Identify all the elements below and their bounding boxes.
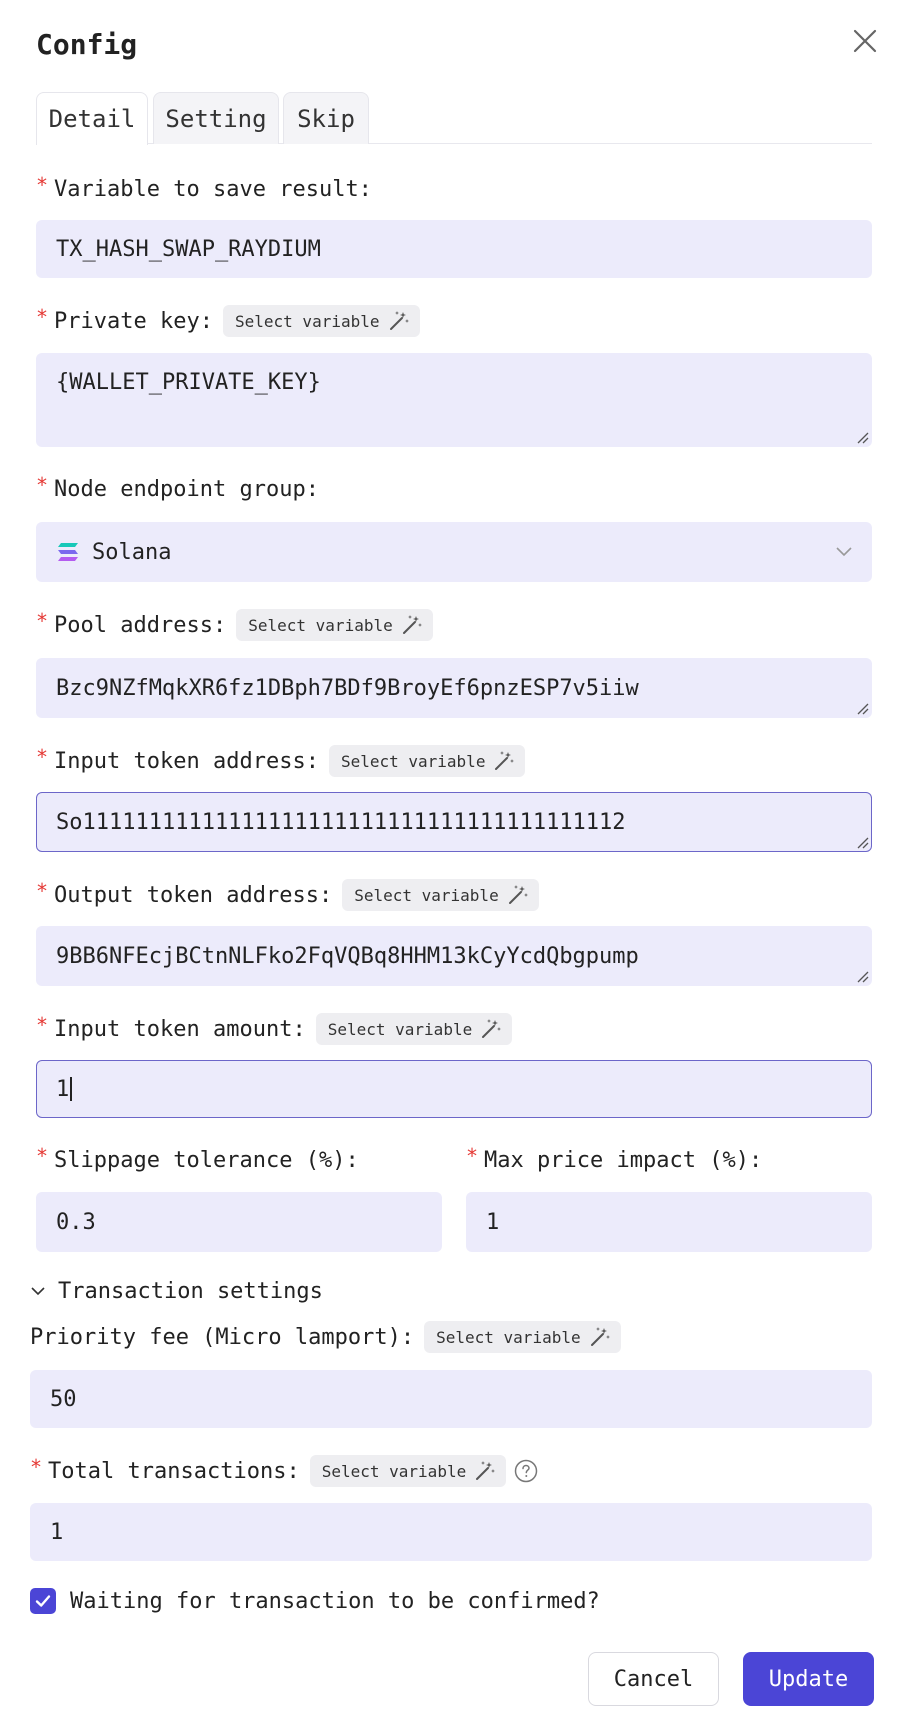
chevron-down-icon [836,547,852,557]
magic-wand-icon [402,615,422,634]
close-icon[interactable] [850,26,880,56]
output-token-input[interactable]: 9BB6NFEcjBCtnNLFko2FqVQBq8HHM13kCyYcdQbg… [36,926,872,986]
required-mark: * [36,609,49,633]
tab-setting[interactable]: Setting [153,92,279,144]
magic-wand-icon [476,1461,496,1480]
input-amount-input[interactable]: 1 [36,1060,872,1118]
total-tx-value: 1 [50,1519,64,1545]
input-token-label: * Input token address: Select variable [36,744,526,778]
private-key-label: * Private key: Select variable [36,304,420,338]
total-tx-input[interactable]: 1 [30,1503,872,1561]
resize-handle-icon[interactable] [855,969,869,983]
transaction-settings-toggle[interactable]: Transaction settings [30,1276,323,1306]
help-icon[interactable] [514,1459,538,1483]
tab-bar: Detail Setting Skip [36,92,872,145]
node-group-label: * Node endpoint group: [36,473,319,504]
slippage-value: 0.3 [56,1209,96,1235]
resize-handle-icon[interactable] [855,430,869,444]
node-group-label-text: Node endpoint group: [54,476,319,502]
solana-logo-icon [58,543,78,561]
select-variable-label: Select variable [340,751,486,771]
resize-handle-icon[interactable] [855,701,869,715]
priority-fee-label: Priority fee (Micro lamport): Select var… [30,1320,621,1354]
required-mark: * [36,1144,49,1168]
input-token-label-text: Input token address: [54,748,319,774]
pool-address-input[interactable]: Bzc9NZfMqkXR6fz1DBph7BDf9BroyEf6pnzESP7v… [36,658,872,718]
node-group-value: Solana [92,539,172,565]
output-token-label: * Output token address: Select variable [36,878,539,912]
input-token-input[interactable]: So11111111111111111111111111111111111111… [36,792,872,852]
select-variable-label: Select variable [436,1327,581,1347]
required-mark: * [466,1144,479,1168]
select-variable-label: Select variable [248,615,393,635]
private-key-value: {WALLET_PRIVATE_KEY} [56,370,321,395]
priority-fee-input[interactable]: 50 [30,1370,872,1428]
result-var-value: TX_HASH_SWAP_RAYDIUM [56,236,321,262]
max-impact-input[interactable]: 1 [466,1192,872,1252]
transaction-settings-label: Transaction settings [58,1278,323,1304]
pool-address-label-text: Pool address: [54,612,227,638]
pool-address-value: Bzc9NZfMqkXR6fz1DBph7BDf9BroyEf6pnzESP7v… [56,675,639,701]
result-var-label-text: Variable to save result: [54,176,372,202]
select-variable-button[interactable]: Select variable [342,879,539,911]
wait-confirm-label: Waiting for transaction to be confirmed? [70,1588,600,1614]
select-variable-button[interactable]: Select variable [315,1013,513,1045]
required-mark: * [36,745,49,769]
max-impact-label-text: Max price impact (%): [484,1147,763,1173]
resize-handle-icon[interactable] [855,835,869,849]
text-caret [70,1077,73,1101]
max-impact-value: 1 [486,1209,500,1235]
result-var-label: * Variable to save result: [36,173,372,204]
total-tx-label: * Total transactions: Select variable [30,1454,538,1488]
required-mark: * [36,473,49,497]
required-mark: * [36,1013,49,1037]
input-amount-value: 1 [56,1076,70,1102]
magic-wand-icon [389,311,409,330]
slippage-input[interactable]: 0.3 [36,1192,442,1252]
magic-wand-icon [482,1019,502,1038]
input-amount-label: * Input token amount: Select variable [36,1012,513,1046]
output-token-label-text: Output token address: [54,882,333,908]
private-key-label-text: Private key: [54,308,213,334]
slippage-label: * Slippage tolerance (%): [36,1144,359,1175]
magic-wand-icon [495,751,515,770]
select-variable-label: Select variable [327,1019,473,1039]
input-token-value: So11111111111111111111111111111111111111… [56,809,626,835]
select-variable-label: Select variable [235,311,380,331]
priority-fee-value: 50 [50,1386,77,1412]
wait-confirm-checkbox[interactable] [30,1588,56,1614]
required-mark: * [36,879,49,903]
tab-detail[interactable]: Detail [36,92,148,145]
slippage-label-text: Slippage tolerance (%): [54,1147,359,1173]
wait-confirm-row[interactable]: Waiting for transaction to be confirmed? [30,1586,600,1616]
magic-wand-icon [590,1327,610,1346]
tab-skip[interactable]: Skip [283,92,369,144]
private-key-textarea[interactable]: {WALLET_PRIVATE_KEY} [36,353,872,447]
required-mark: * [30,1455,43,1479]
select-variable-button[interactable]: Select variable [328,745,526,777]
input-amount-label-text: Input token amount: [54,1016,306,1042]
max-impact-label: * Max price impact (%): [466,1144,763,1175]
select-variable-label: Select variable [321,1461,467,1481]
pool-address-label: * Pool address: Select variable [36,608,433,642]
select-variable-button[interactable]: Select variable [424,1321,621,1353]
result-var-input[interactable]: TX_HASH_SWAP_RAYDIUM [36,220,872,278]
required-mark: * [36,305,49,329]
select-variable-label: Select variable [354,885,499,905]
total-tx-label-text: Total transactions: [48,1458,300,1484]
cancel-button[interactable]: Cancel [588,1652,719,1706]
output-token-value: 9BB6NFEcjBCtnNLFko2FqVQBq8HHM13kCyYcdQbg… [56,943,639,969]
required-mark: * [36,173,49,197]
select-variable-button[interactable]: Select variable [309,1455,507,1487]
chevron-down-icon [31,1287,45,1296]
dialog-title: Config [36,28,138,61]
select-variable-button[interactable]: Select variable [236,609,433,641]
select-variable-button[interactable]: Select variable [223,305,420,337]
node-group-select[interactable]: Solana [36,522,872,582]
check-icon [35,1595,51,1607]
magic-wand-icon [508,885,528,904]
update-button[interactable]: Update [743,1652,874,1706]
priority-fee-label-text: Priority fee (Micro lamport): [30,1324,415,1350]
